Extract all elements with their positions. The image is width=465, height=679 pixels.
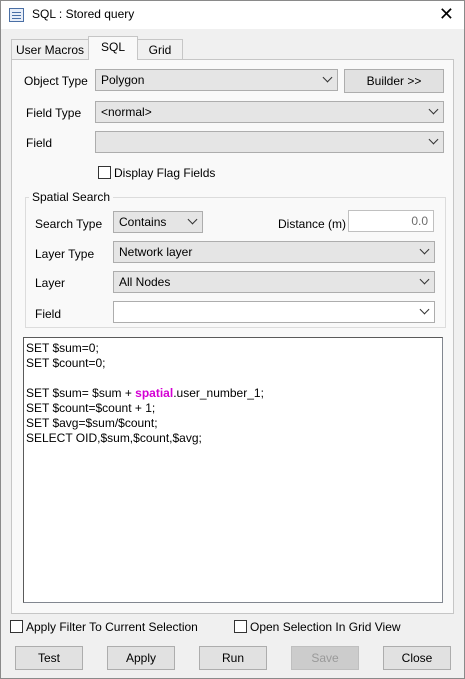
builder-button[interactable]: Builder >> xyxy=(344,69,444,93)
chevron-down-icon xyxy=(419,274,430,285)
save-button[interactable]: Save xyxy=(291,646,359,670)
sql-blank-line xyxy=(26,371,440,386)
sql-line: SET $count=$count + 1; xyxy=(26,401,156,415)
close-icon[interactable]: ✕ xyxy=(439,3,454,25)
field-type-select[interactable]: <normal> xyxy=(95,101,444,123)
search-type-label: Search Type xyxy=(35,217,103,231)
open-grid-label: Open Selection In Grid View xyxy=(250,620,401,634)
spatial-search-title: Spatial Search xyxy=(29,190,114,204)
chevron-down-icon xyxy=(419,304,430,315)
layer-type-value: Network layer xyxy=(119,245,193,259)
sql-line: SET $avg=$sum/$count; xyxy=(26,416,158,430)
layer-value: All Nodes xyxy=(119,275,171,289)
search-type-select[interactable]: Contains xyxy=(113,211,203,233)
sql-text: .user_number_1; xyxy=(173,386,264,400)
chevron-down-icon xyxy=(187,214,198,225)
distance-input[interactable]: 0.0 xyxy=(348,210,434,232)
apply-button[interactable]: Apply xyxy=(107,646,175,670)
sql-line: SET $sum=0; xyxy=(26,341,99,355)
layer-label: Layer xyxy=(35,276,66,290)
display-flag-fields-label: Display Flag Fields xyxy=(114,166,216,180)
sql-line: SET $sum= $sum + spatial.user_number_1; xyxy=(26,386,440,401)
layer-type-select[interactable]: Network layer xyxy=(113,241,435,263)
sql-line: SET $count=0; xyxy=(26,356,106,370)
run-button[interactable]: Run xyxy=(199,646,267,670)
tab-grid[interactable]: Grid xyxy=(137,39,183,59)
spatial-field-select[interactable] xyxy=(113,301,435,323)
display-flag-fields-checkbox[interactable] xyxy=(98,166,111,179)
tab-user-macros[interactable]: User Macros xyxy=(11,39,89,59)
apply-filter-checkbox[interactable] xyxy=(10,620,23,633)
object-type-select[interactable]: Polygon xyxy=(95,69,338,91)
app-window-icon xyxy=(9,8,24,22)
distance-label: Distance (m) xyxy=(278,217,347,231)
sql-keyword: spatial xyxy=(135,386,174,400)
test-button[interactable]: Test xyxy=(15,646,83,670)
field-type-value: <normal> xyxy=(101,105,152,119)
apply-filter-label: Apply Filter To Current Selection xyxy=(26,620,198,634)
sql-line: SELECT OID,$sum,$count,$avg; xyxy=(26,431,202,445)
open-grid-checkbox[interactable] xyxy=(234,620,247,633)
chevron-down-icon xyxy=(428,104,439,115)
chevron-down-icon xyxy=(419,244,430,255)
tab-sql[interactable]: SQL xyxy=(88,36,138,60)
field-select[interactable] xyxy=(95,131,444,153)
field-type-label: Field Type xyxy=(26,106,82,120)
close-button[interactable]: Close xyxy=(383,646,451,670)
chevron-down-icon xyxy=(322,72,333,83)
title-bar: SQL : Stored query ✕ xyxy=(1,1,464,29)
sql-text: SET $sum= $sum + xyxy=(26,386,136,400)
sql-editor[interactable]: SET $sum=0; SET $count=0; SET $sum= $sum… xyxy=(23,337,443,603)
object-type-value: Polygon xyxy=(101,73,145,87)
object-type-label: Object Type xyxy=(24,74,88,88)
sql-dialog: SQL : Stored query ✕ User Macros SQL Gri… xyxy=(0,0,465,679)
layer-type-label: Layer Type xyxy=(35,247,95,261)
layer-select[interactable]: All Nodes xyxy=(113,271,435,293)
field-label: Field xyxy=(26,136,53,150)
chevron-down-icon xyxy=(428,134,439,145)
search-type-value: Contains xyxy=(119,215,167,229)
spatial-field-label: Field xyxy=(35,307,62,321)
window-title: SQL : Stored query xyxy=(32,7,135,21)
